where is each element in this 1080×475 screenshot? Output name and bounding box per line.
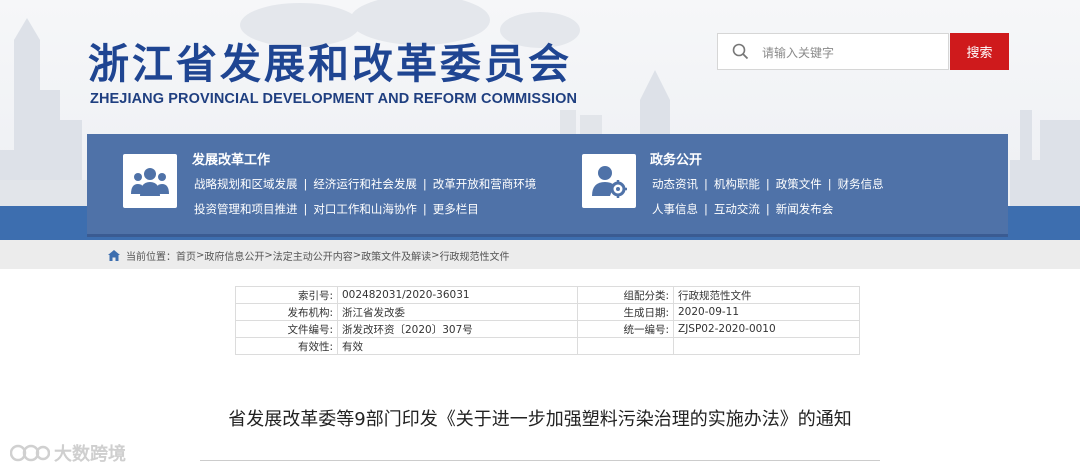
- org-value: 浙江省发改委: [337, 303, 578, 321]
- user-gear-icon: [582, 154, 636, 208]
- nav-panel: 发展改革工作 战略规划和区域发展 | 经济运行和社会发展 | 改革开放和营商环境 投资管…: [87, 134, 1008, 237]
- nav-link-news[interactable]: 动态资讯: [652, 177, 698, 191]
- separator: |: [765, 177, 770, 191]
- nav-link-press[interactable]: 新闻发布会: [776, 202, 834, 216]
- search-box: [717, 33, 949, 70]
- validity-label: 有效性:: [235, 337, 338, 355]
- date-value: 2020-09-11: [673, 303, 860, 321]
- nav-link-policy[interactable]: 政策文件: [776, 177, 822, 191]
- index-value: 002482031/2020-36031: [337, 286, 578, 304]
- validity-value: 有效: [337, 337, 578, 355]
- nav-row-reform-2: 投资管理和项目推进 | 对口工作和山海协作 | 更多栏目: [194, 201, 479, 217]
- nav-link-personnel[interactable]: 人事信息: [652, 202, 698, 216]
- home-icon: [108, 250, 120, 261]
- table-row: 索引号: 002482031/2020-36031 组配分类: 行政规范性文件: [235, 286, 860, 304]
- nav-link-interaction[interactable]: 互动交流: [714, 202, 760, 216]
- site-title-en: ZHEJIANG PROVINCIAL DEVELOPMENT AND REFO…: [90, 91, 578, 107]
- nav-link-more[interactable]: 更多栏目: [433, 202, 479, 216]
- nav-link-economy[interactable]: 经济运行和社会发展: [313, 177, 417, 191]
- watermark-logo-icon: [10, 444, 50, 462]
- site-title-cn[interactable]: 浙江省发展和改革委员会: [88, 30, 572, 90]
- empty-cell: [673, 337, 860, 355]
- search-input[interactable]: [760, 39, 944, 66]
- separator: |: [422, 202, 427, 216]
- nav-row-reform-1: 战略规划和区域发展 | 经济运行和社会发展 | 改革开放和营商环境: [194, 176, 536, 192]
- index-label: 索引号:: [235, 286, 338, 304]
- search-icon: [732, 43, 749, 60]
- breadcrumb: 当前位置： 首页 > 政府信息公开 > 法定主动公开内容 > 政策文件及解读 > 行政规…: [108, 248, 510, 263]
- document-title: 省发展改革委等9部门印发《关于进一步加强塑料污染治理的实施办法》的通知: [228, 409, 852, 430]
- divider: [200, 460, 880, 461]
- nav-link-strategy[interactable]: 战略规划和区域发展: [194, 177, 298, 191]
- separator: |: [422, 177, 427, 191]
- nav-link-reform-opening[interactable]: 改革开放和营商环境: [433, 177, 537, 191]
- breadcrumb-normative[interactable]: 行政规范性文件: [440, 248, 510, 263]
- breadcrumb-prefix: 当前位置：: [126, 252, 176, 263]
- nav-row-affairs-2: 人事信息 | 互动交流 | 新闻发布会: [652, 201, 833, 217]
- nav-link-functions[interactable]: 机构职能: [714, 177, 760, 191]
- nav-row-affairs-1: 动态资讯 | 机构职能 | 政策文件 | 财务信息: [652, 176, 884, 192]
- separator: |: [765, 202, 770, 216]
- separator: |: [303, 202, 308, 216]
- table-row: 文件编号: 浙发改环资〔2020〕307号 统一编号: ZJSP02-2020-…: [235, 320, 860, 338]
- site-header: 浙江省发展和改革委员会 ZHEJIANG PROVINCIAL DEVELOPM…: [0, 0, 1080, 240]
- separator: |: [704, 177, 708, 191]
- date-label: 生成日期:: [577, 303, 674, 321]
- breadcrumb-gov-info[interactable]: 政府信息公开: [204, 248, 264, 263]
- nav-link-investment[interactable]: 投资管理和项目推进: [194, 202, 298, 216]
- watermark: 大数跨境: [10, 440, 126, 466]
- empty-cell: [577, 337, 674, 355]
- breadcrumb-home[interactable]: 首页: [176, 248, 196, 263]
- table-row: 有效性: 有效: [235, 337, 860, 355]
- nav-title-reform[interactable]: 发展改革工作: [192, 149, 270, 168]
- people-icon: [123, 154, 177, 208]
- separator: |: [827, 177, 832, 191]
- separator: |: [303, 177, 308, 191]
- org-label: 发布机构:: [235, 303, 338, 321]
- uniform-label: 统一编号:: [577, 320, 674, 338]
- nav-block-affairs: 政务公开 动态资讯 | 机构职能 | 政策文件 | 财务信息 人事信息 | 互动交流 | 新闻发布会: [547, 134, 1008, 234]
- nav-title-affairs[interactable]: 政务公开: [650, 149, 702, 168]
- nav-block-reform: 发展改革工作 战略规划和区域发展 | 经济运行和社会发展 | 改革开放和营商环境 投资管…: [87, 134, 547, 234]
- watermark-text: 大数跨境: [54, 444, 126, 465]
- category-label: 组配分类:: [577, 286, 674, 304]
- separator: |: [704, 202, 708, 216]
- breadcrumb-policy[interactable]: 政策文件及解读: [361, 248, 431, 263]
- table-row: 发布机构: 浙江省发改委 生成日期: 2020-09-11: [235, 303, 860, 321]
- docno-label: 文件编号:: [235, 320, 338, 338]
- category-value: 行政规范性文件: [673, 286, 860, 304]
- nav-link-finance[interactable]: 财务信息: [838, 177, 884, 191]
- document-info-table: 索引号: 002482031/2020-36031 组配分类: 行政规范性文件 …: [235, 286, 860, 355]
- nav-link-cooperation[interactable]: 对口工作和山海协作: [313, 202, 417, 216]
- uniform-value: ZJSP02-2020-0010: [673, 320, 860, 338]
- search-button[interactable]: 搜索: [950, 33, 1009, 70]
- breadcrumb-statutory[interactable]: 法定主动公开内容: [273, 248, 353, 263]
- docno-value: 浙发改环资〔2020〕307号: [337, 320, 578, 338]
- breadcrumb-bar: 当前位置： 首页 > 政府信息公开 > 法定主动公开内容 > 政策文件及解读 > 行政规…: [0, 240, 1080, 269]
